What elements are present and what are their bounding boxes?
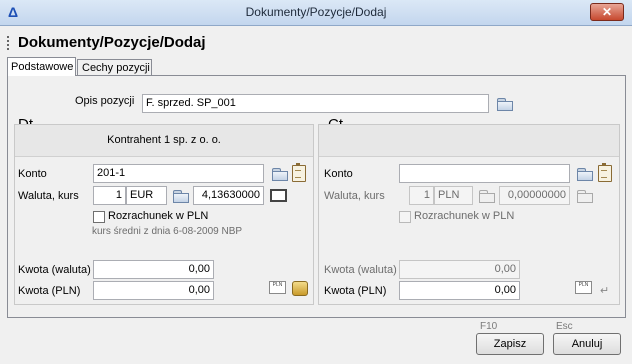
window-title: Dokumenty/Pozycje/Dodaj [245, 5, 387, 19]
dt-currency-label: Waluta, kurs [18, 190, 79, 202]
dt-settlement-checkbox[interactable] [93, 211, 105, 223]
dt-amount-pln-label: Kwota (PLN) [18, 285, 81, 297]
description-input[interactable]: F. sprzed. SP_001 [142, 94, 489, 113]
ct-account-clipboard-icon[interactable] [598, 163, 612, 182]
dt-amount-currency-input[interactable]: 0,00 [93, 260, 214, 279]
dt-rate-calendar-icon[interactable] [270, 189, 287, 202]
tab-cechy-pozycji[interactable]: Cechy pozycji [77, 59, 152, 76]
ct-rate-input: 0,00000000 [499, 186, 570, 205]
dt-currency-code-input[interactable]: EUR [126, 186, 167, 205]
ct-amount-pln-input[interactable]: 0,00 [399, 281, 520, 300]
ct-amount-currency-label: Kwota (waluta) [324, 264, 397, 276]
save-shortcut-hint: F10 [480, 321, 498, 332]
dt-stamp-icon[interactable] [292, 281, 308, 296]
cancel-shortcut-hint: Esc [556, 321, 573, 332]
ct-rate-folder-icon [577, 190, 593, 203]
close-window-button[interactable]: ✕ [590, 3, 624, 21]
page-title: Dokumenty/Pozycje/Dodaj [18, 34, 206, 51]
ct-enter-icon: ↵ [600, 285, 610, 297]
description-folder-icon[interactable] [497, 98, 513, 111]
ct-amount-pln-label: Kwota (PLN) [324, 285, 387, 297]
save-button[interactable]: Zapisz [476, 333, 544, 355]
description-label: Opis pozycji [75, 95, 135, 107]
ct-contractor-bar [319, 125, 619, 157]
ct-currency-folder-icon [479, 190, 495, 203]
dt-settlement-label: Rozrachunek w PLN [108, 210, 209, 222]
dt-rate-input[interactable]: 4,13630000 [193, 186, 264, 205]
ct-account-folder-icon[interactable] [577, 168, 593, 181]
ct-currency-code-input: PLN [434, 186, 473, 205]
ct-pln-calc-icon[interactable]: PLN [575, 281, 592, 294]
ct-account-label: Konto [324, 168, 353, 180]
dt-currency-folder-icon[interactable] [173, 190, 189, 203]
dt-account-folder-icon[interactable] [272, 168, 288, 181]
ct-settlement-checkbox [399, 211, 411, 223]
ct-currency-number-input: 1 [409, 186, 434, 205]
dt-account-clipboard-icon[interactable] [292, 163, 306, 182]
dt-account-input[interactable]: 201-1 [93, 164, 264, 183]
dt-currency-number-input[interactable]: 1 [93, 186, 126, 205]
dt-rate-note: kurs średni z dnia 6-08-2009 NBP [92, 226, 243, 237]
ct-currency-label: Waluta, kurs [324, 190, 385, 202]
dt-account-label: Konto [18, 168, 47, 180]
window-titlebar[interactable]: Δ Dokumenty/Pozycje/Dodaj ✕ [0, 0, 632, 26]
dt-amount-currency-label: Kwota (waluta) [18, 264, 91, 276]
dt-pln-calc-icon[interactable]: PLN [269, 281, 286, 294]
ct-settlement-label: Rozrachunek w PLN [414, 210, 515, 222]
ct-account-input[interactable] [399, 164, 570, 183]
dt-amount-pln-input[interactable]: 0,00 [93, 281, 214, 300]
grip-icon [7, 36, 10, 50]
ct-amount-currency-input: 0,00 [399, 260, 520, 279]
dt-contractor-bar: Kontrahent 1 sp. z o. o. [15, 125, 313, 157]
tab-podstawowe[interactable]: Podstawowe [7, 57, 76, 76]
cancel-button[interactable]: Anuluj [553, 333, 621, 355]
